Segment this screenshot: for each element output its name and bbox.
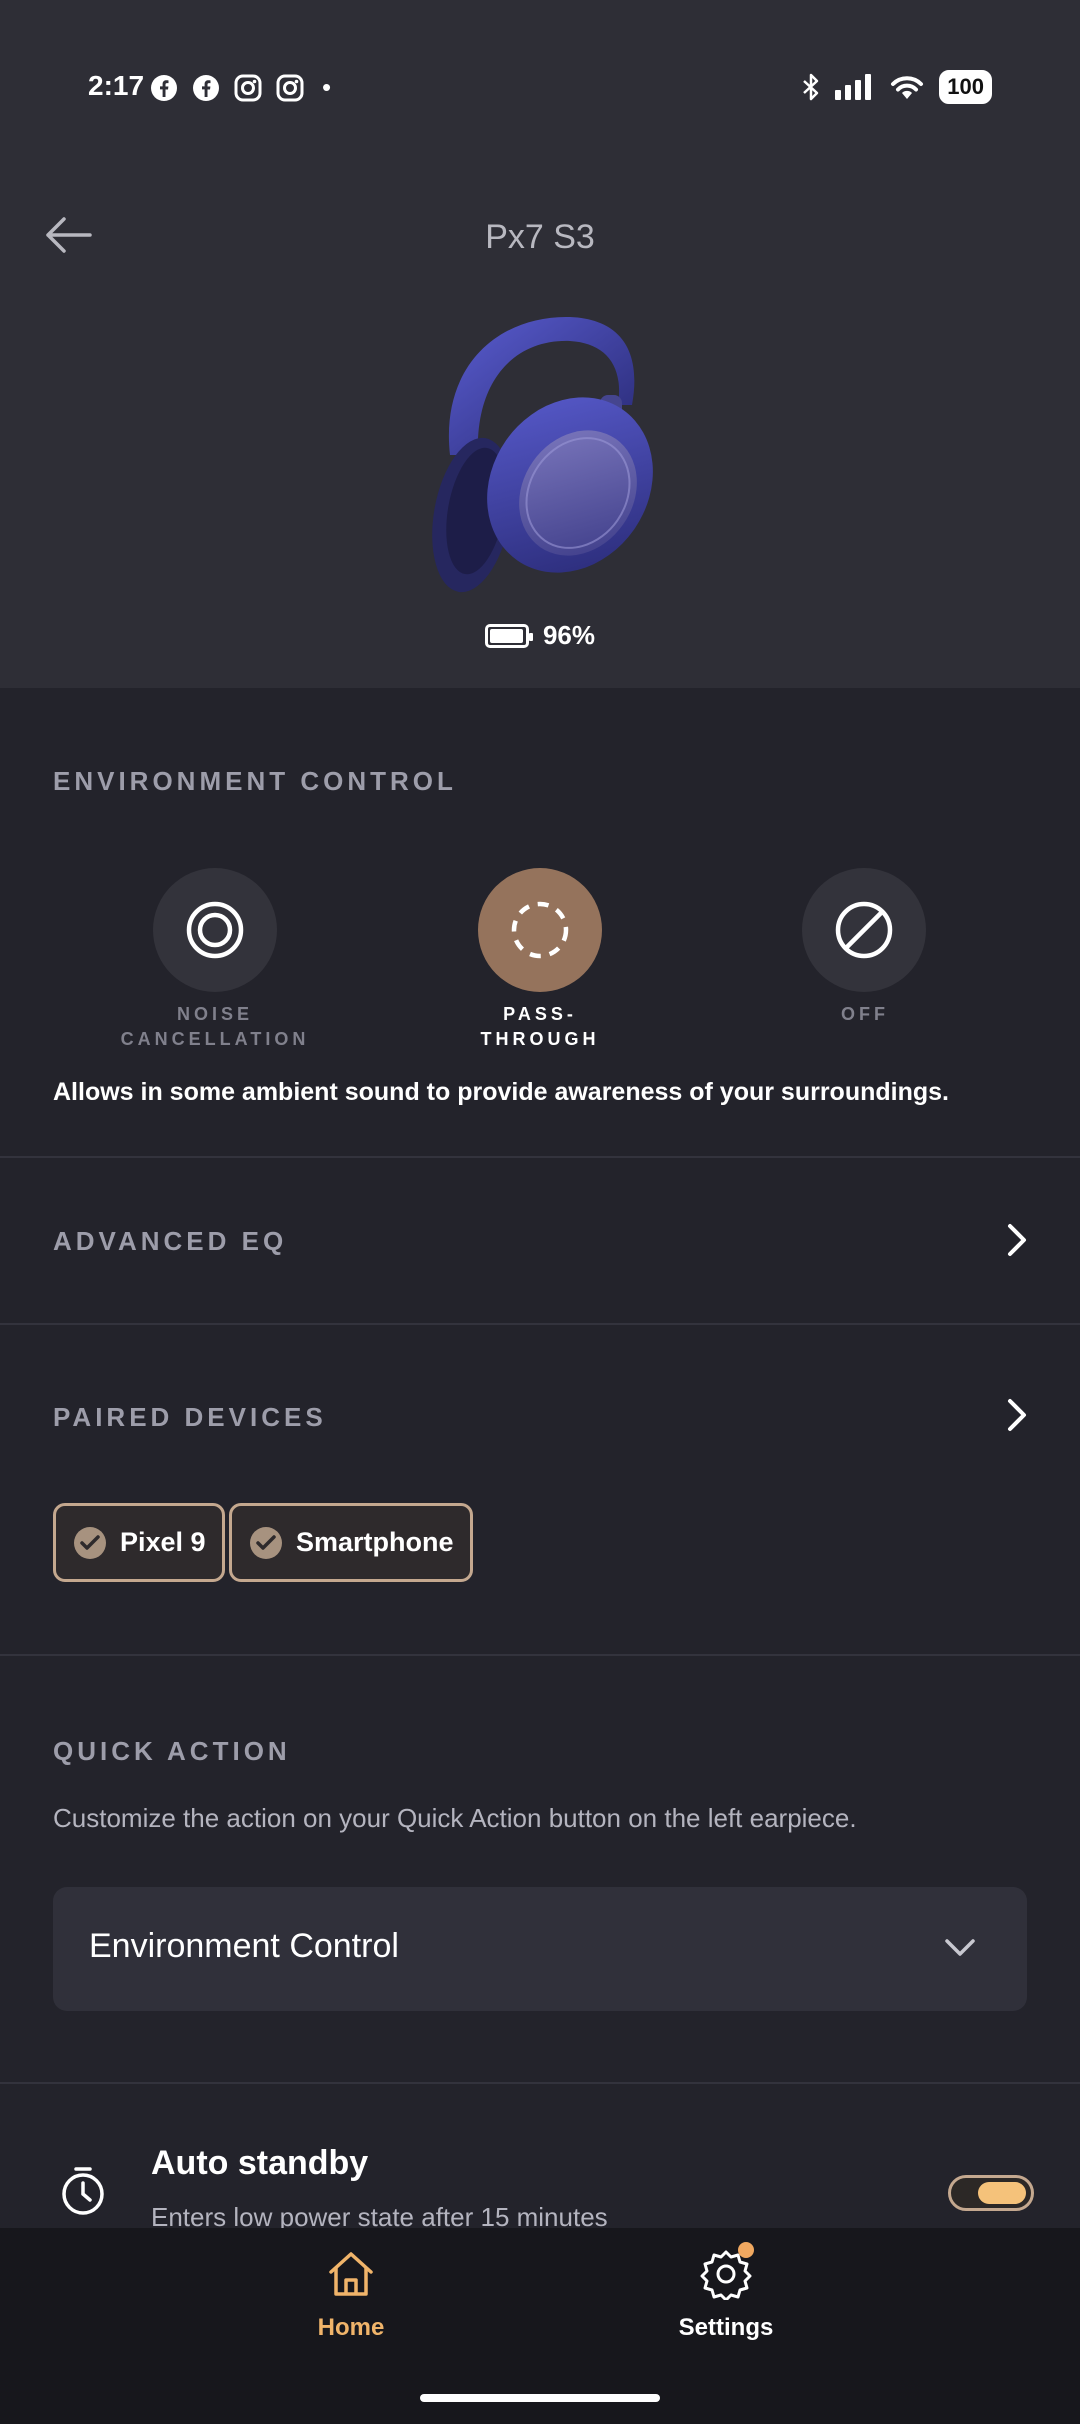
off-button[interactable] (802, 868, 926, 992)
noise-cancellation-button[interactable] (153, 868, 277, 992)
noise-cancellation-icon (186, 901, 244, 959)
bluetooth-icon (803, 73, 819, 101)
earphone-battery: 96% (0, 620, 1080, 651)
home-icon (329, 2252, 373, 2296)
advanced-eq-row[interactable]: ADVANCED EQ (0, 1158, 1080, 1322)
settings-icon-wrap (700, 2242, 754, 2302)
facebook-icon (151, 74, 177, 101)
divider (0, 2082, 1080, 2084)
system-status: 100 (801, 70, 992, 104)
auto-standby-toggle[interactable] (948, 2175, 1034, 2211)
device-header: 2:17 • 100 Px7 S3 96% (0, 0, 1080, 688)
phone-battery: 100 (939, 70, 992, 104)
nav-home[interactable]: Home (251, 2248, 451, 2342)
wifi-icon (891, 76, 924, 99)
quick-action-label: QUICK ACTION (53, 1736, 291, 1766)
chevron-down-icon (945, 1939, 975, 1956)
nav-settings[interactable]: Settings (626, 2242, 826, 2342)
timer-icon (62, 2167, 104, 2215)
check-icon (250, 1526, 282, 1559)
check-icon (74, 1526, 106, 1559)
battery-icon (484, 623, 533, 648)
instagram-icon (234, 74, 262, 101)
dropdown-selected-value: Environment Control (89, 1927, 399, 1965)
device-chip-smartphone[interactable]: Smartphone (229, 1503, 473, 1582)
home-indicator[interactable] (420, 2394, 660, 2402)
pass-through-label: PASS- THROUGH (480, 1004, 600, 1049)
device-chip-pixel-9[interactable]: Pixel 9 (53, 1503, 225, 1582)
signal-icon (835, 74, 872, 100)
notification-dot (738, 2242, 754, 2258)
notification-icons: • (150, 72, 331, 103)
auto-standby-title: Auto standby (151, 2144, 369, 2182)
pass-through-button[interactable] (478, 868, 602, 992)
chevron-right-icon (1008, 1224, 1026, 1256)
off-label: OFF (841, 1004, 889, 1024)
status-time: 2:17 (88, 70, 145, 101)
paired-devices-row[interactable]: PAIRED DEVICES (0, 1325, 1080, 1455)
advanced-eq-label: ADVANCED EQ (53, 1226, 288, 1256)
headphones-image (432, 316, 653, 593)
divider (0, 1654, 1080, 1656)
instagram-icon (276, 74, 304, 101)
quick-action-dropdown[interactable]: Environment Control (53, 1887, 1027, 2011)
device-name: Smartphone (296, 1527, 454, 1557)
more-notifications-dot: • (322, 72, 332, 102)
paired-devices-label: PAIRED DEVICES (53, 1402, 327, 1432)
device-title: Px7 S3 (485, 218, 595, 256)
noise-cancellation-label: NOISE CANCELLATION (120, 1004, 310, 1049)
toggle-knob (978, 2182, 1026, 2204)
nav-home-label: Home (317, 2314, 385, 2341)
environment-description: Allows in some ambient sound to provide … (53, 1078, 949, 1106)
device-name: Pixel 9 (120, 1527, 206, 1557)
environment-control-label: ENVIRONMENT CONTROL (53, 766, 457, 796)
pass-through-icon (511, 901, 569, 959)
status-bar: 2:17 • 100 (0, 0, 1080, 175)
off-icon (835, 901, 893, 959)
quick-action-description: Customize the action on your Quick Actio… (53, 1803, 857, 1833)
facebook-icon (193, 74, 219, 101)
nav-settings-label: Settings (678, 2314, 774, 2341)
battery-percent: 96% (542, 620, 596, 650)
chevron-right-icon (1008, 1399, 1026, 1431)
